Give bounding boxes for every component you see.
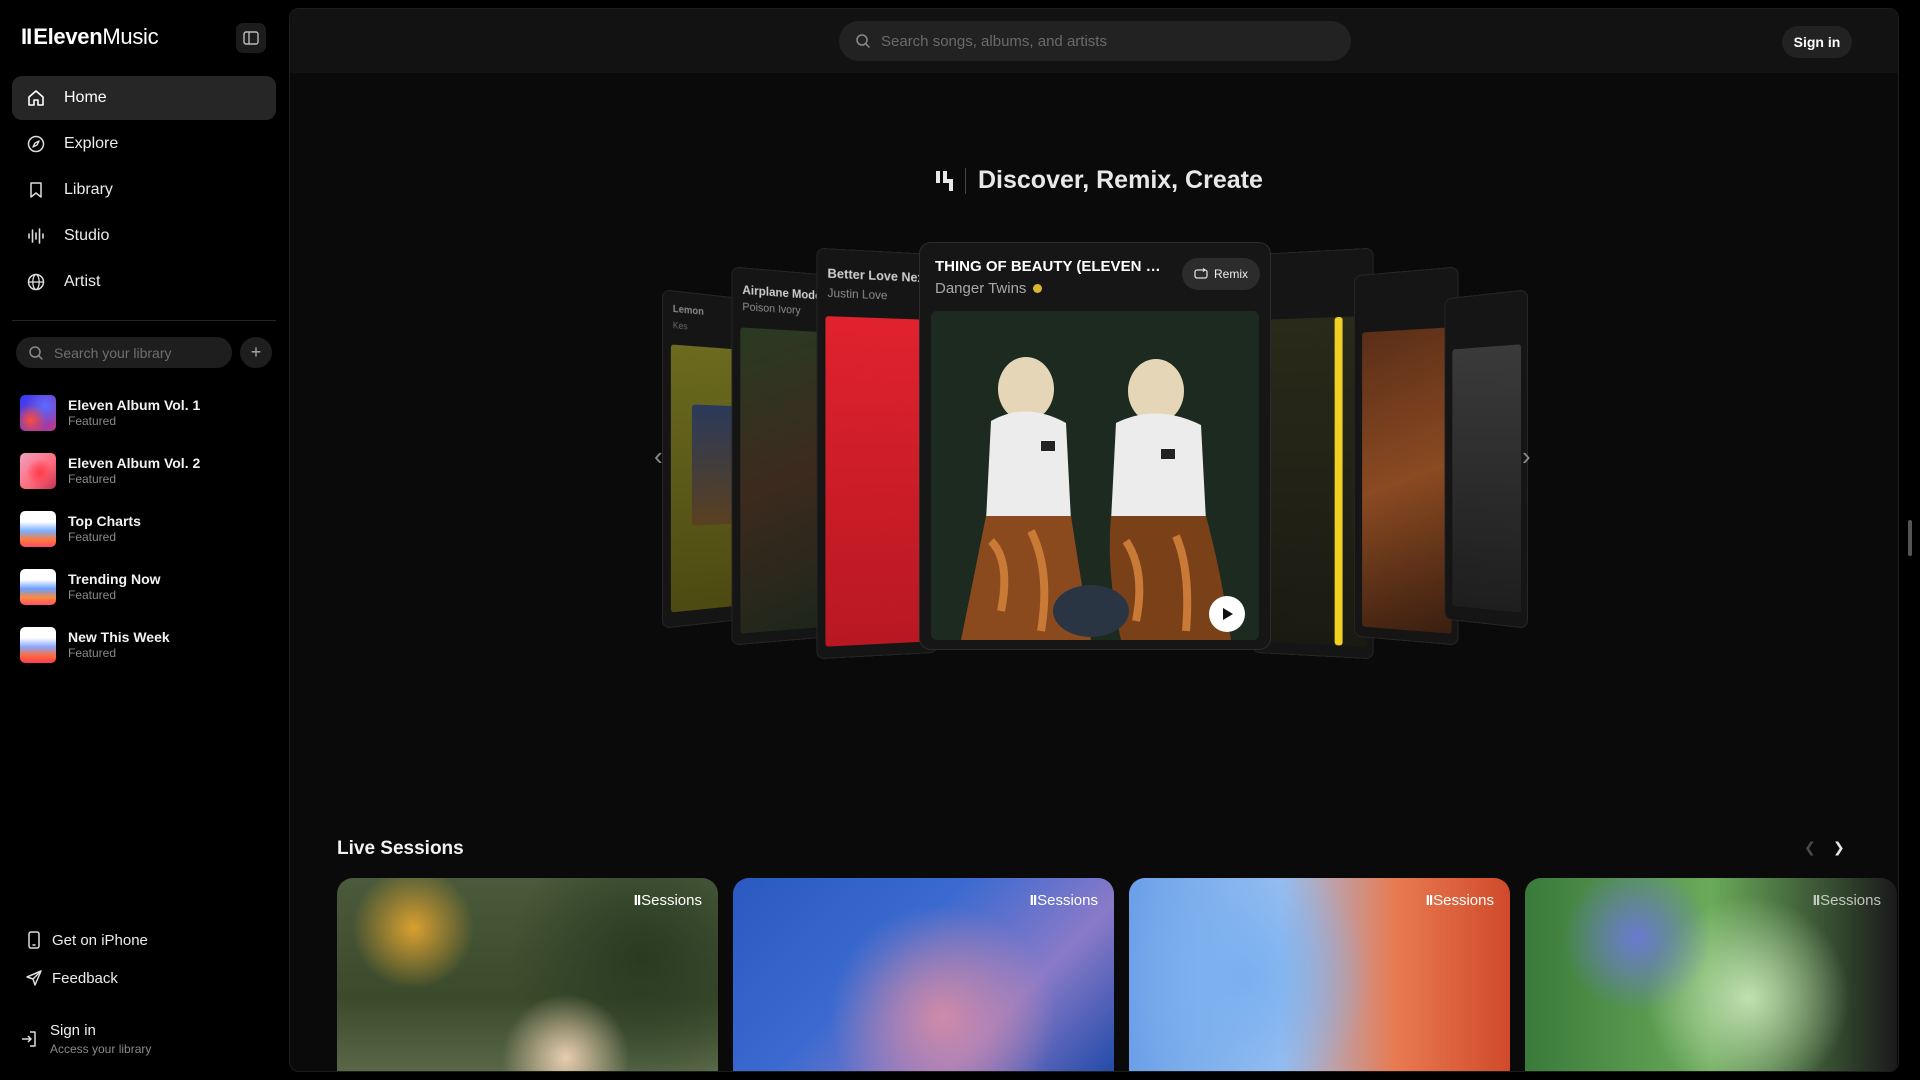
sessions-brand: IISessions [1425, 892, 1494, 909]
album-thumbnail [20, 511, 56, 547]
play-button[interactable] [1209, 596, 1245, 632]
track-artist[interactable]: Danger Twins [935, 280, 1043, 297]
main-panel: Sign in Discover, Remix, Create Lemon Ke… [289, 8, 1899, 1072]
hero-heading: Discover, Remix, Create [935, 166, 1263, 195]
album-art [825, 316, 932, 647]
session-card[interactable]: IISessions [1129, 878, 1510, 1071]
track-title: THING OF BEAUTY (ELEVEN REMIX) [935, 258, 1171, 275]
featured-track-card[interactable]: THING OF BEAUTY (ELEVEN REMIX) Danger Tw… [919, 242, 1271, 650]
nav-item-home[interactable]: Home [12, 76, 276, 120]
hero-separator [965, 167, 966, 194]
session-card[interactable]: IISessions [733, 878, 1114, 1071]
album-art [1260, 316, 1367, 647]
carousel-card[interactable] [1353, 266, 1459, 646]
carousel-next-button[interactable]: › [1522, 441, 1531, 472]
nav-item-studio[interactable]: Studio [12, 214, 276, 258]
plus-icon: + [250, 342, 262, 362]
logo-mark: II [21, 24, 32, 49]
main-nav: Home Explore Library Studio Artist [12, 76, 276, 306]
sidebar-sign-in[interactable]: Sign in Access your library [20, 1022, 151, 1058]
session-card[interactable]: IISessions [337, 878, 718, 1071]
play-icon [1223, 608, 1233, 620]
search-icon [29, 345, 43, 360]
library-item[interactable]: New This Week Featured [20, 616, 276, 674]
nav-item-explore[interactable]: Explore [12, 122, 276, 166]
album-art [1452, 344, 1522, 613]
library-item[interactable]: Eleven Album Vol. 2 Featured [20, 442, 276, 500]
collapse-sidebar-button[interactable] [236, 23, 266, 53]
carousel-prev-button[interactable]: ‹ [654, 441, 663, 472]
sidebar: IIElevenMusic Home Explore Library Studi… [0, 0, 288, 1080]
library-search[interactable] [16, 337, 232, 368]
library-list: Eleven Album Vol. 1 Featured Eleven Album… [20, 384, 276, 674]
featured-album-art [931, 311, 1259, 640]
add-to-library-button[interactable]: + [240, 337, 272, 368]
library-item[interactable]: Top Charts Featured [20, 500, 276, 558]
top-bar: Sign in [290, 9, 1898, 73]
chevron-left-icon: ❮ [1804, 839, 1816, 855]
nav-label: Studio [64, 227, 110, 244]
nav-label: Artist [64, 273, 101, 290]
nav-label: Home [64, 89, 107, 106]
sessions-brand: IISessions [1812, 892, 1881, 909]
album-art-detail [1334, 316, 1343, 646]
global-search-input[interactable] [881, 32, 1321, 50]
nav-item-library[interactable]: Library [12, 168, 276, 212]
live-sessions-prev-button[interactable]: ❮ [1804, 839, 1816, 856]
library-search-input[interactable] [54, 344, 214, 361]
live-sessions-heading: Live Sessions [337, 838, 464, 859]
library-item[interactable]: Eleven Album Vol. 1 Featured [20, 384, 276, 442]
app-logo[interactable]: IIElevenMusic [21, 24, 159, 50]
sidebar-toggle-icon [243, 31, 259, 45]
global-search[interactable] [839, 21, 1351, 61]
session-card[interactable]: IISessions [1525, 878, 1897, 1071]
remix-button[interactable]: Remix [1182, 258, 1260, 290]
sessions-brand: IISessions [1029, 892, 1098, 909]
sign-in-icon [20, 1030, 40, 1050]
chevron-right-icon: › [1522, 441, 1531, 471]
sign-in-button[interactable]: Sign in [1782, 26, 1852, 58]
sidebar-divider [12, 320, 276, 321]
album-thumbnail [20, 453, 56, 489]
eleven-logo-icon [936, 170, 953, 191]
nav-item-artist[interactable]: Artist [12, 260, 276, 304]
album-thumbnail [20, 569, 56, 605]
bookmark-icon [26, 180, 46, 200]
album-thumbnail [20, 627, 56, 663]
get-on-iphone-link[interactable]: Get on iPhone [24, 921, 264, 959]
album-art [1362, 327, 1452, 634]
verified-badge-icon [1033, 284, 1043, 293]
hero-title: Discover, Remix, Create [978, 166, 1263, 194]
page-scrollbar[interactable] [1908, 520, 1912, 556]
home-icon [26, 88, 46, 108]
album-thumbnail [20, 395, 56, 431]
globe-icon [26, 272, 46, 292]
sidebar-footer-links: Get on iPhone Feedback [24, 921, 264, 997]
chevron-right-icon: ❯ [1833, 839, 1845, 855]
album-photo [931, 311, 1259, 640]
waveform-icon [26, 226, 46, 246]
remix-icon [1194, 268, 1208, 280]
sessions-brand: IISessions [633, 892, 702, 909]
chevron-left-icon: ‹ [654, 441, 663, 471]
phone-icon [24, 930, 44, 950]
search-icon [856, 34, 870, 48]
library-item[interactable]: Trending Now Featured [20, 558, 276, 616]
send-icon [24, 968, 44, 988]
nav-label: Explore [64, 135, 119, 152]
feedback-link[interactable]: Feedback [24, 959, 264, 997]
nav-label: Library [64, 181, 113, 198]
live-sessions-row: IISessions IISessions IISessions IISessi… [337, 878, 1898, 1071]
compass-icon [26, 134, 46, 154]
live-sessions-next-button[interactable]: ❯ [1833, 839, 1845, 856]
